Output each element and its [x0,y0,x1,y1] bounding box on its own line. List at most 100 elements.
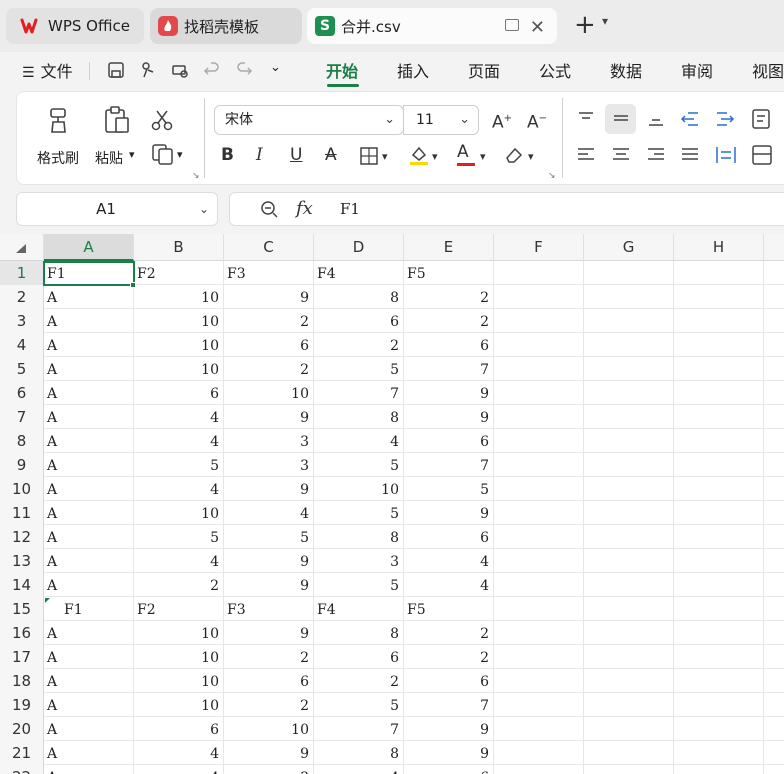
cell-f9[interactable] [494,453,584,477]
italic-icon[interactable]: I [256,145,263,165]
chevron-down-icon[interactable]: ▾ [382,147,388,167]
new-tab-plus-icon[interactable]: + [574,12,596,38]
cell-d20[interactable]: 7 [314,717,404,741]
row-header[interactable]: 14 [0,573,44,597]
row-header[interactable]: 4 [0,333,44,357]
cell-f13[interactable] [494,549,584,573]
column-header-f[interactable]: F [494,234,584,261]
cell-a10[interactable]: A [44,477,134,501]
cell-h14[interactable] [674,573,764,597]
cell-h4[interactable] [674,333,764,357]
cell-f2[interactable] [494,285,584,309]
cell-f17[interactable] [494,645,584,669]
cell-f19[interactable] [494,693,584,717]
menu-page[interactable]: 页面 [468,58,500,82]
cell-f21[interactable] [494,741,584,765]
cell-e13[interactable]: 4 [404,549,494,573]
cell-g6[interactable] [584,381,674,405]
cell-a7[interactable]: A [44,405,134,429]
formula-bar[interactable]: fx F1 [229,192,784,226]
cell-f12[interactable] [494,525,584,549]
cell-e17[interactable]: 2 [404,645,494,669]
cell-f1[interactable] [494,261,584,285]
cell-a11[interactable]: A [44,501,134,525]
cell-g13[interactable] [584,549,674,573]
cell-f18[interactable] [494,669,584,693]
align-top-icon[interactable] [576,110,596,128]
strikethrough-icon[interactable]: A [325,145,337,165]
cell-g8[interactable] [584,429,674,453]
cell-e15[interactable]: F5 [404,597,494,621]
cell-h6[interactable] [674,381,764,405]
cell-e14[interactable]: 4 [404,573,494,597]
cell-i17[interactable] [764,645,784,669]
cell-c22[interactable]: 3 [224,765,314,774]
cell-g22[interactable] [584,765,674,774]
menu-data[interactable]: 数据 [610,58,642,82]
cell-a4[interactable]: A [44,333,134,357]
menu-formula[interactable]: 公式 [539,58,571,82]
cell-f4[interactable] [494,333,584,357]
cell-b15[interactable]: F2 [134,597,224,621]
distributed-align-icon[interactable] [715,144,737,166]
cell-h3[interactable] [674,309,764,333]
fill-handle[interactable] [130,282,136,288]
save-icon[interactable] [106,60,126,80]
cut-icon[interactable] [150,108,174,132]
cell-h18[interactable] [674,669,764,693]
cell-i12[interactable] [764,525,784,549]
cell-c13[interactable]: 9 [224,549,314,573]
cell-b12[interactable]: 5 [134,525,224,549]
row-header[interactable]: 7 [0,405,44,429]
cell-e7[interactable]: 9 [404,405,494,429]
cell-e8[interactable]: 6 [404,429,494,453]
cell-c9[interactable]: 3 [224,453,314,477]
chevron-down-icon[interactable]: ⌄ [199,202,209,216]
border-icon[interactable] [360,147,378,165]
cell-g17[interactable] [584,645,674,669]
cell-e22[interactable]: 6 [404,765,494,774]
justify-icon[interactable] [680,146,700,164]
cell-b21[interactable]: 4 [134,741,224,765]
cell-i19[interactable] [764,693,784,717]
cell-f22[interactable] [494,765,584,774]
row-header[interactable]: 12 [0,525,44,549]
chevron-down-icon[interactable]: ▾ [177,148,183,161]
undo-icon[interactable] [202,60,222,80]
cell-d11[interactable]: 5 [314,501,404,525]
cell-d15[interactable]: F4 [314,597,404,621]
cell-g7[interactable] [584,405,674,429]
cell-b4[interactable]: 10 [134,333,224,357]
paste-label[interactable]: 粘贴 [95,148,123,168]
cell-a8[interactable]: A [44,429,134,453]
cell-g4[interactable] [584,333,674,357]
cell-e10[interactable]: 5 [404,477,494,501]
cell-a18[interactable]: A [44,669,134,693]
align-right-icon[interactable] [646,146,666,164]
column-header-i[interactable]: I [764,234,784,261]
cell-h22[interactable] [674,765,764,774]
cell-a12[interactable]: A [44,525,134,549]
cell-d18[interactable]: 2 [314,669,404,693]
row-header[interactable]: 3 [0,309,44,333]
row-header[interactable]: 21 [0,741,44,765]
row-header[interactable]: 8 [0,429,44,453]
cell-d4[interactable]: 2 [314,333,404,357]
cell-a21[interactable]: A [44,741,134,765]
font-name-select[interactable]: 宋体 ⌄ [214,105,404,135]
zoom-icon[interactable] [259,199,279,219]
cell-e21[interactable]: 9 [404,741,494,765]
cell-e11[interactable]: 9 [404,501,494,525]
cell-a14[interactable]: A [44,573,134,597]
cell-a22[interactable]: A [44,765,134,774]
cell-e2[interactable]: 2 [404,285,494,309]
cell-b6[interactable]: 6 [134,381,224,405]
dialog-launcher-icon[interactable]: ↘ [192,171,200,181]
cell-a3[interactable]: A [44,309,134,333]
row-header[interactable]: 9 [0,453,44,477]
cell-e9[interactable]: 7 [404,453,494,477]
cell-d17[interactable]: 6 [314,645,404,669]
cell-d10[interactable]: 10 [314,477,404,501]
cell-b7[interactable]: 4 [134,405,224,429]
column-header-a[interactable]: A [44,234,134,261]
